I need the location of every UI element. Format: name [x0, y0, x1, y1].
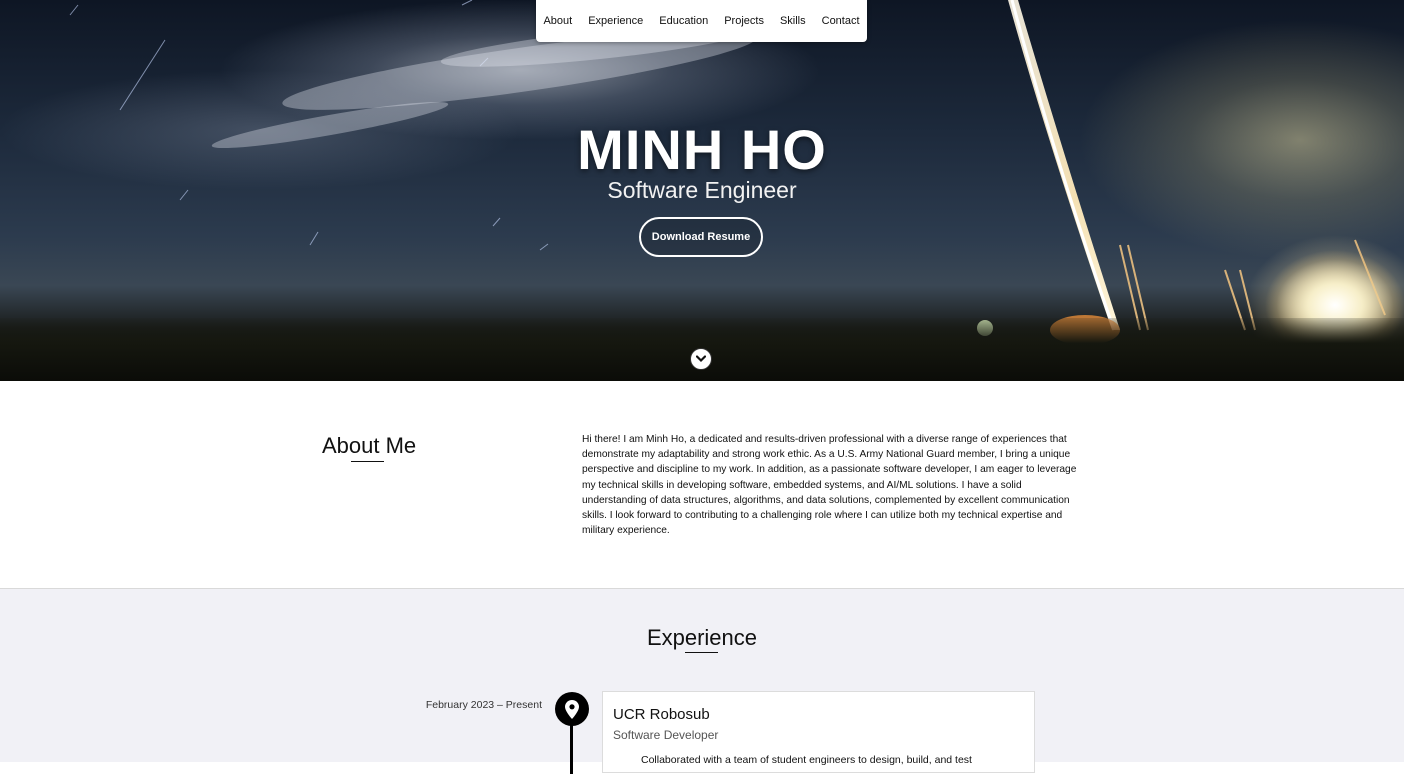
experience-organization: UCR Robosub — [613, 706, 710, 723]
about-heading: About Me — [322, 433, 417, 458]
nav-about[interactable]: About — [535, 15, 580, 27]
chevron-down-icon — [696, 355, 706, 363]
hero-name: MINH HO — [577, 118, 827, 181]
experience-role: Software Developer — [613, 728, 719, 742]
nav-skills[interactable]: Skills — [772, 15, 814, 27]
nav-education[interactable]: Education — [651, 15, 716, 27]
experience-date: February 2023 – Present — [425, 699, 542, 711]
nav-projects[interactable]: Projects — [716, 15, 772, 27]
about-text: Hi there! I am Minh Ho, a dedicated and … — [582, 434, 1077, 537]
download-resume-button[interactable]: Download Resume — [639, 217, 763, 257]
map-pin-icon — [565, 699, 579, 719]
timeline-marker — [555, 692, 589, 726]
experience-heading-underline — [685, 652, 718, 653]
about-section: About Me Hi there! I am Minh Ho, a dedic… — [0, 381, 1404, 589]
nav-experience[interactable]: Experience — [580, 15, 651, 27]
experience-bullet: Collaborated with a team of student engi… — [641, 754, 972, 766]
experience-section: Experience February 2023 – Present UCR R… — [0, 589, 1404, 774]
hero-subtitle: Software Engineer — [607, 177, 797, 203]
top-navigation: About Experience Education Projects Skil… — [536, 0, 867, 42]
nav-contact[interactable]: Contact — [814, 15, 868, 27]
experience-card: UCR Robosub Software Developer Collabora… — [602, 691, 1035, 773]
experience-heading: Experience — [646, 625, 758, 650]
about-heading-underline — [351, 461, 384, 462]
scroll-down-button[interactable] — [690, 348, 712, 370]
